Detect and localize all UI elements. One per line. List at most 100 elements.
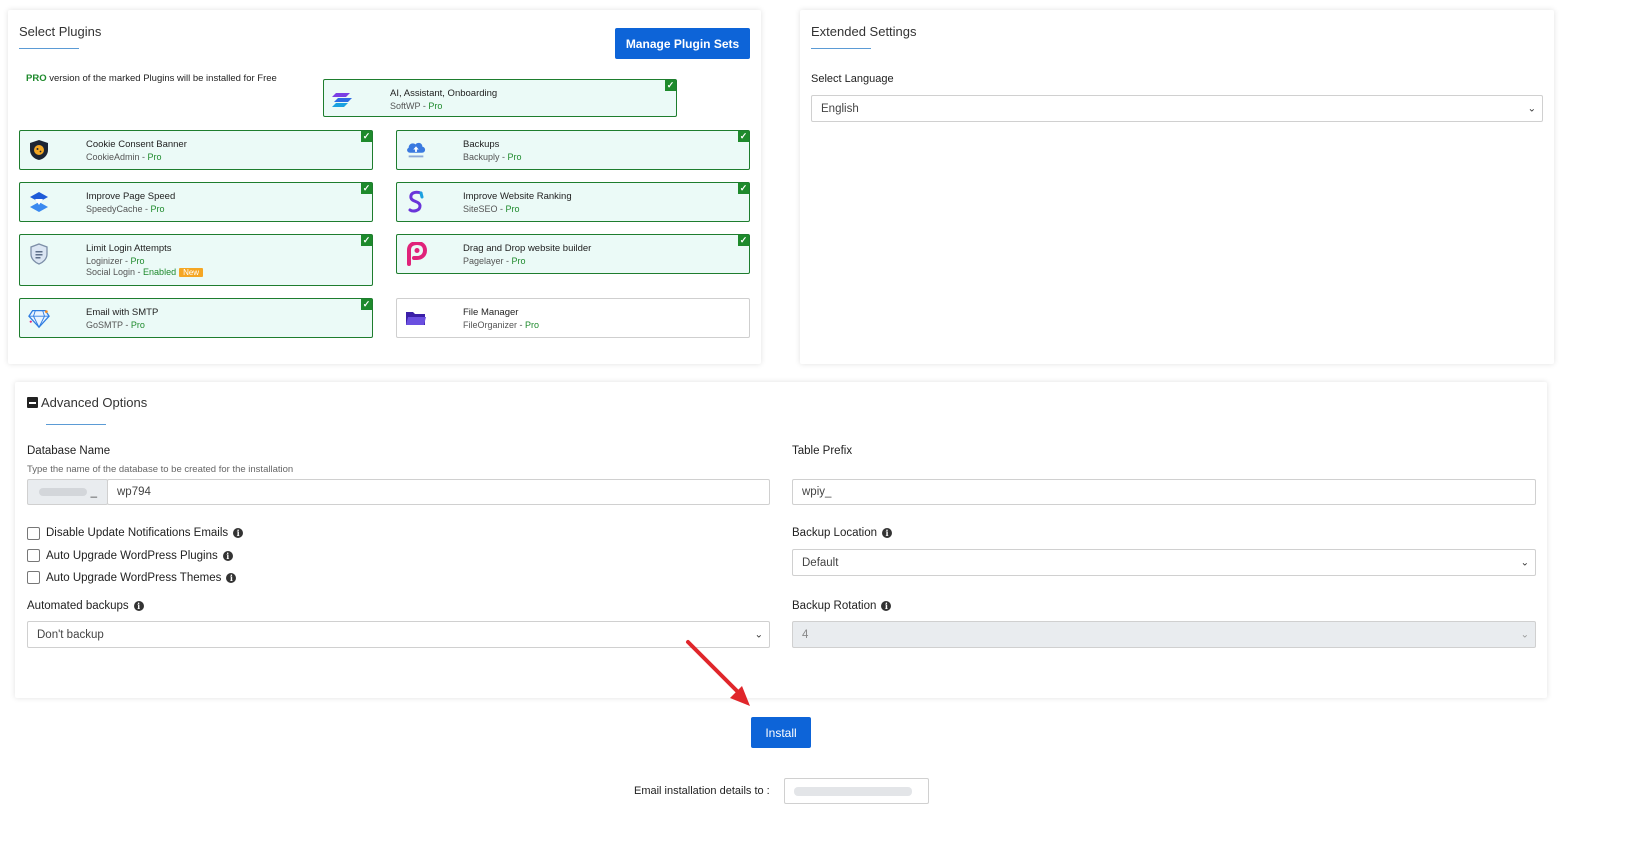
plugin-cookieadmin[interactable]: Cookie Consent Banner CookieAdmin - Pro … xyxy=(19,130,373,170)
extended-settings-title: Extended Settings xyxy=(811,24,917,39)
auto-upgrade-plugins-label: Auto Upgrade WordPress Plugins i xyxy=(46,550,233,562)
check-icon: ✓ xyxy=(361,183,372,194)
automated-backups-value: Don't backup xyxy=(37,628,104,641)
siteseo-icon xyxy=(405,190,427,213)
database-name-value: wp794 xyxy=(117,486,151,498)
table-prefix-label: Table Prefix xyxy=(792,445,853,457)
chevron-down-icon: ⌄ xyxy=(1520,557,1529,568)
backup-location-value: Default xyxy=(802,556,839,569)
check-icon: ✓ xyxy=(738,131,749,142)
red-arrow-annotation xyxy=(686,640,750,706)
select-language-label: Select Language xyxy=(811,73,894,85)
pro-note-text: version of the marked Plugins will be in… xyxy=(49,73,277,84)
plugin-vendor-line: SiteSEO - Pro xyxy=(463,204,520,214)
chevron-down-icon: ⌄ xyxy=(1527,103,1536,114)
disable-notifications-checkbox[interactable] xyxy=(27,527,40,540)
auto-upgrade-themes-label: Auto Upgrade WordPress Themes i xyxy=(46,572,237,584)
chevron-down-icon: ⌄ xyxy=(1520,629,1529,640)
check-icon: ✓ xyxy=(361,235,372,246)
automated-backups-select[interactable]: Don't backup ⌄ xyxy=(27,621,770,648)
shield-cookie-icon xyxy=(28,139,50,161)
title-underline xyxy=(46,424,106,425)
plugin-gosmtp[interactable]: Email with SMTP GoSMTP - Pro ✓ xyxy=(19,298,373,338)
table-prefix-value: wpiy_ xyxy=(802,486,832,498)
automated-backups-label: Automated backups i xyxy=(27,600,144,612)
auto-upgrade-themes-checkbox[interactable] xyxy=(27,571,40,584)
new-badge: New xyxy=(179,268,204,277)
check-icon: ✓ xyxy=(361,299,372,310)
plugin-vendor-line: Backuply - Pro xyxy=(463,152,522,162)
select-plugins-title: Select Plugins xyxy=(19,24,102,39)
plugin-vendor-line: CookieAdmin - Pro xyxy=(86,152,162,162)
plugin-name: Backups xyxy=(463,139,500,150)
info-icon[interactable]: i xyxy=(226,572,237,583)
plugin-backuply[interactable]: Backups Backuply - Pro ✓ xyxy=(396,130,750,170)
plugin-name: Cookie Consent Banner xyxy=(86,139,187,150)
backup-rotation-label: Backup Rotation i xyxy=(792,600,892,612)
backup-rotation-select: 4 ⌄ xyxy=(792,621,1536,648)
social-login-line: Social Login - Enabled New xyxy=(86,267,204,277)
plugin-fileorganizer[interactable]: File Manager FileOrganizer - Pro xyxy=(396,298,750,338)
blurred-email xyxy=(794,786,912,796)
manage-plugin-sets-button[interactable]: Manage Plugin Sets xyxy=(615,28,750,59)
database-name-label: Database Name xyxy=(27,445,111,457)
info-icon[interactable]: i xyxy=(222,550,233,561)
plugin-name: Improve Website Ranking xyxy=(463,191,572,202)
plugin-name: AI, Assistant, Onboarding xyxy=(390,88,498,99)
blurred-username xyxy=(38,488,87,496)
plugin-vendor-line: Loginizer - Pro xyxy=(86,256,145,266)
plugin-softwp[interactable]: AI, Assistant, Onboarding SoftWP - Pro ✓ xyxy=(323,79,677,117)
plugin-pagelayer[interactable]: Drag and Drop website builder Pagelayer … xyxy=(396,234,750,274)
email-input[interactable] xyxy=(784,778,929,804)
plugin-vendor-line: Pagelayer - Pro xyxy=(463,256,526,266)
backup-location-select[interactable]: Default ⌄ xyxy=(792,549,1536,576)
language-value: English xyxy=(821,102,859,115)
plugin-name: Improve Page Speed xyxy=(86,191,176,202)
plugin-name: Email with SMTP xyxy=(86,307,159,318)
info-icon[interactable]: i xyxy=(881,600,892,611)
loginizer-shield-icon xyxy=(28,243,50,265)
table-prefix-input[interactable]: wpiy_ xyxy=(792,479,1536,505)
database-prefix-addon: _ xyxy=(27,479,108,505)
pagelayer-icon xyxy=(405,242,427,266)
check-icon: ✓ xyxy=(361,131,372,142)
speedycache-icon xyxy=(28,191,50,213)
database-name-input[interactable]: wp794 xyxy=(107,479,770,505)
info-icon[interactable]: i xyxy=(233,527,244,538)
pro-note-bold: PRO xyxy=(26,73,47,84)
backup-location-label: Backup Location i xyxy=(792,527,893,539)
email-details-label: Email installation details to : xyxy=(634,785,770,797)
plugin-name: Drag and Drop website builder xyxy=(463,243,592,254)
info-icon[interactable]: i xyxy=(133,600,144,611)
language-select[interactable]: English ⌄ xyxy=(811,95,1543,122)
check-icon: ✓ xyxy=(665,80,676,91)
install-button[interactable]: Install xyxy=(751,717,811,748)
plugin-speedycache[interactable]: Improve Page Speed SpeedyCache - Pro ✓ xyxy=(19,182,373,222)
database-name-hint: Type the name of the database to be crea… xyxy=(27,464,294,475)
gosmtp-diamond-icon xyxy=(28,307,50,329)
plugin-vendor-line: SpeedyCache - Pro xyxy=(86,204,165,214)
cloud-upload-icon xyxy=(405,139,427,161)
title-underline xyxy=(19,48,79,49)
advanced-options-card xyxy=(15,382,1547,698)
extended-settings-card xyxy=(800,10,1554,364)
database-prefix: _ xyxy=(90,486,97,498)
softwp-layers-icon xyxy=(332,88,354,110)
auto-upgrade-plugins-checkbox[interactable] xyxy=(27,549,40,562)
plugin-name: File Manager xyxy=(463,307,519,318)
disable-notifications-label: Disable Update Notifications Emails i xyxy=(46,527,244,539)
title-underline xyxy=(811,48,871,49)
minus-square-icon xyxy=(27,397,38,408)
collapse-toggle[interactable]: Advanced Options xyxy=(27,395,147,410)
check-icon: ✓ xyxy=(738,235,749,246)
plugin-vendor-line: SoftWP - Pro xyxy=(390,101,443,111)
plugin-loginizer[interactable]: Limit Login Attempts Loginizer - Pro Soc… xyxy=(19,234,373,286)
folder-icon xyxy=(405,307,427,329)
plugin-name: Limit Login Attempts xyxy=(86,243,172,254)
plugin-vendor-line: FileOrganizer - Pro xyxy=(463,320,540,330)
backup-rotation-value: 4 xyxy=(802,628,809,641)
plugin-siteseo[interactable]: Improve Website Ranking SiteSEO - Pro ✓ xyxy=(396,182,750,222)
info-icon[interactable]: i xyxy=(882,527,893,538)
advanced-options-title: Advanced Options xyxy=(41,395,148,410)
check-icon: ✓ xyxy=(738,183,749,194)
